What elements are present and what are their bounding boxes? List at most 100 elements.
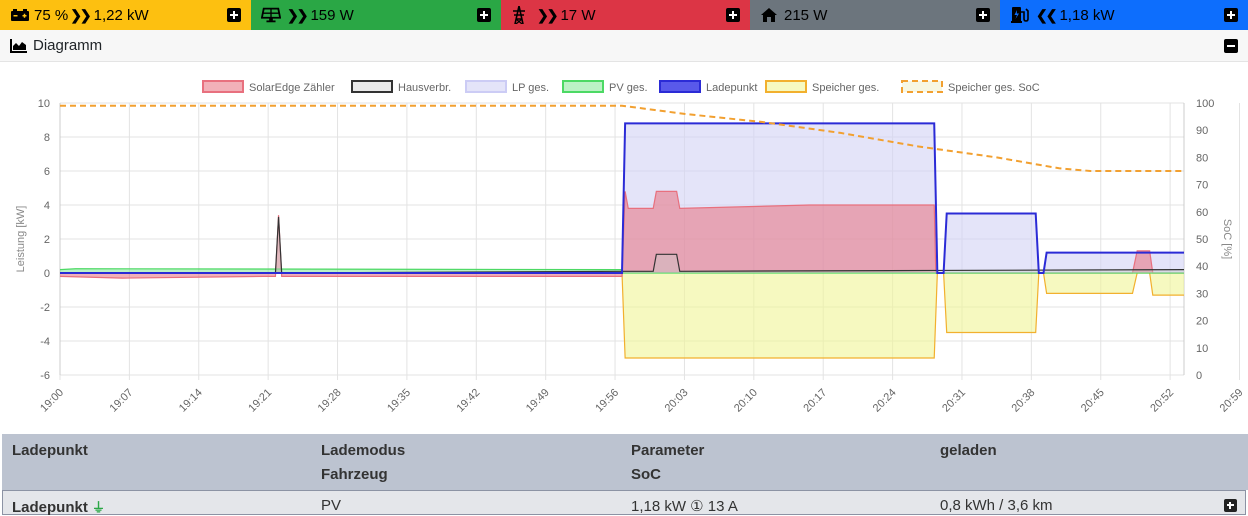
table-row[interactable]: Ladepunkt ⏚ PV 1,18 kW ① 13 A 0,8 kWh / … <box>2 490 1246 516</box>
x-tick-label: 20:31 <box>940 387 968 415</box>
y2-tick-label: 80 <box>1196 152 1208 164</box>
y2-tick-label: 0 <box>1196 370 1202 382</box>
x-tick-label: 19:35 <box>385 387 413 415</box>
legend-label: Speicher ges. <box>812 82 879 94</box>
series-line-speicher-soc <box>60 104 1184 172</box>
pv-tile[interactable]: ❯❯ 159 W <box>251 0 501 30</box>
y-tick-label: 10 <box>38 98 50 110</box>
x-tick-label: 20:03 <box>663 387 691 415</box>
legend-label: Ladepunkt <box>706 82 757 94</box>
x-tick-label: 19:07 <box>108 387 136 415</box>
row-chargepoint-name: Ladepunkt ⏚ <box>12 499 106 516</box>
x-tick-label: 20:59 <box>1218 387 1246 415</box>
x-tick-label: 20:38 <box>1010 387 1038 415</box>
y2-tick-label: 90 <box>1196 125 1208 137</box>
legend-label: Speicher ges. SoC <box>948 82 1040 94</box>
y2-tick-label: 10 <box>1196 343 1208 355</box>
y2-tick-label: 50 <box>1196 234 1208 246</box>
x-tick-label: 20:52 <box>1148 387 1176 415</box>
house-icon <box>760 7 780 23</box>
diagram-header[interactable]: Diagramm <box>0 30 1248 62</box>
y2-tick-label: 100 <box>1196 98 1214 110</box>
legend-label: PV ges. <box>609 82 648 94</box>
expand-plus-icon[interactable] <box>227 8 241 22</box>
legend-swatch <box>562 80 604 93</box>
y-tick-label: 6 <box>44 166 50 178</box>
x-tick-label: 19:00 <box>38 387 66 415</box>
legend-swatch <box>351 80 393 93</box>
col-fahrzeug: Fahrzeug <box>321 466 388 483</box>
legend-swatch <box>659 80 701 93</box>
diagram-title: Diagramm <box>33 37 103 54</box>
x-tick-label: 19:14 <box>177 387 205 415</box>
legend-swatch <box>465 80 507 93</box>
power-chart: 1086420-2-4-6100908070605040302010019:00… <box>15 80 1246 415</box>
x-tick-label: 20:10 <box>732 387 760 415</box>
y-tick-label: 2 <box>44 234 50 246</box>
x-tick-label: 20:45 <box>1079 387 1107 415</box>
battery-soc: 75 % <box>34 6 69 24</box>
x-tick-label: 19:49 <box>524 387 552 415</box>
chevron-left-icon: ❮❮ <box>1036 6 1058 23</box>
y-axis-title: Leistung [kW] <box>15 206 27 273</box>
y-tick-label: 4 <box>44 200 50 212</box>
collapse-minus-icon[interactable] <box>1224 39 1238 53</box>
expand-plus-icon[interactable] <box>726 8 740 22</box>
battery-tile[interactable]: 75 % ❯❯ 1,22 kW <box>0 0 251 30</box>
x-tick-label: 19:21 <box>246 387 274 415</box>
house-tile[interactable]: 215 W <box>750 0 1000 30</box>
expand-plus-icon[interactable] <box>477 8 491 22</box>
x-tick-label: 19:28 <box>316 387 344 415</box>
row-param: 1,18 kW ① 13 A <box>631 498 738 515</box>
expand-plus-icon[interactable] <box>976 8 990 22</box>
legend-swatch <box>202 80 244 93</box>
x-tick-label: 20:17 <box>801 387 829 415</box>
x-tick-label: 19:42 <box>454 387 482 415</box>
status-bar: 75 % ❯❯ 1,22 kW ❯❯ 159 W ❯❯ 17 W 215 W ❮… <box>0 0 1248 30</box>
col-ladepunkt: Ladepunkt <box>12 442 88 459</box>
col-parameter: Parameter <box>631 442 705 459</box>
y-tick-label: -6 <box>40 370 50 382</box>
table-header: Ladepunkt Lademodus Fahrzeug Parameter S… <box>2 434 1248 490</box>
y-tick-label: 0 <box>44 268 50 280</box>
y2-tick-label: 30 <box>1196 288 1208 300</box>
expand-plus-icon[interactable] <box>1224 8 1238 22</box>
house-power: 215 W <box>784 6 828 24</box>
power-tower-icon <box>511 6 531 24</box>
car-battery-icon <box>10 7 30 23</box>
grid-tile[interactable]: ❯❯ 17 W <box>501 0 750 30</box>
y2-axis-title: SoC [%] <box>1221 219 1233 259</box>
col-soc: SoC <box>631 466 661 483</box>
pv-power: 159 W <box>310 6 354 24</box>
chargepoint-power: 1,18 kW <box>1059 6 1115 24</box>
col-geladen: geladen <box>940 442 997 459</box>
solar-panel-icon <box>261 7 281 23</box>
y2-tick-label: 60 <box>1196 207 1208 219</box>
y-tick-label: 8 <box>44 132 50 144</box>
plug-icon: ⏚ <box>92 500 106 515</box>
row-mode[interactable]: PV <box>321 497 341 514</box>
legend-label: SolarEdge Zähler <box>249 82 335 94</box>
y-tick-label: -2 <box>40 302 50 314</box>
grid-power: 17 W <box>560 6 596 24</box>
area-chart-icon <box>10 38 28 53</box>
x-tick-label: 19:56 <box>593 387 621 415</box>
y2-tick-label: 70 <box>1196 180 1208 192</box>
chevron-right-icon: ❯❯ <box>287 6 309 23</box>
expand-plus-icon[interactable] <box>1224 499 1237 512</box>
charging-station-icon <box>1010 7 1030 23</box>
legend-label: LP ges. <box>512 82 549 94</box>
legend-swatch <box>901 80 943 93</box>
chargepoint-tile[interactable]: ❮❮ 1,18 kW <box>1000 0 1248 30</box>
row-charged: 0,8 kWh / 3,6 km <box>940 497 1053 514</box>
y2-tick-label: 40 <box>1196 261 1208 273</box>
x-tick-label: 20:24 <box>871 387 899 415</box>
y2-tick-label: 20 <box>1196 316 1208 328</box>
y-tick-label: -4 <box>40 336 50 348</box>
chevron-right-icon: ❯❯ <box>70 6 92 23</box>
legend-label: Hausverbr. <box>398 82 451 94</box>
battery-power: 1,22 kW <box>93 6 149 24</box>
legend-swatch <box>765 80 807 93</box>
col-lademodus: Lademodus <box>321 442 406 459</box>
chevron-right-icon: ❯❯ <box>537 6 559 23</box>
